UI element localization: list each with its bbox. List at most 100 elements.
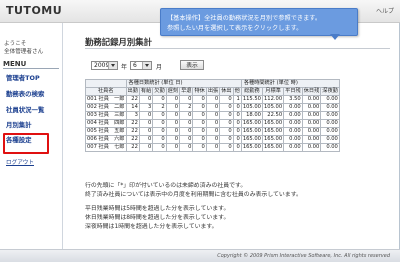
- table-cell: 165.00: [240, 119, 263, 128]
- employee-name-cell[interactable]: 001 社員 一郎: [85, 95, 127, 104]
- col-header: 休日残: [301, 87, 322, 96]
- table-row: 002 社員 二郎 14 3 2 0 2 0 0 0 0 105.00 105.00 0.00 0.00 0…: [85, 103, 340, 112]
- day-stats-group: 各種日数統計 (単位 日): [125, 79, 242, 88]
- table-cell: 0.00: [320, 143, 340, 152]
- col-header: 欠勤: [152, 87, 167, 96]
- table-cell: 0: [205, 95, 221, 104]
- table-cell: 0: [232, 103, 242, 112]
- welcome-text: ようこそ: [4, 41, 27, 47]
- table-cell: 0.00: [320, 103, 340, 112]
- col-header: 月標準: [261, 87, 285, 96]
- col-header: 他: [232, 87, 242, 96]
- sidebar-item-settings[interactable]: 各種設定: [6, 135, 32, 144]
- table-row: 003 社員 三郎 3 0 0 0 0 0 0 0 0 18.00 22.50 0.00 0.00 0.00: [85, 111, 340, 120]
- table-cell: 0: [205, 135, 221, 144]
- col-header: 特休: [192, 87, 207, 96]
- table-cell: 0: [165, 143, 181, 152]
- col-header: 早退: [179, 87, 194, 96]
- table-cell: 0: [179, 119, 194, 128]
- table-cell: 0: [192, 103, 207, 112]
- employee-name-cell[interactable]: 004 社員 四郎: [85, 119, 127, 128]
- table-cell: 0.00: [320, 127, 340, 136]
- table-cell: 0: [152, 143, 167, 152]
- col-header: 休出: [219, 87, 234, 96]
- table-cell: 0: [232, 119, 242, 128]
- month-select[interactable]: 6: [130, 61, 152, 70]
- table-cell: 0: [152, 95, 167, 104]
- table-cell: 0: [205, 111, 221, 120]
- table-cell: 0: [179, 95, 194, 104]
- table-cell: 0: [192, 95, 207, 104]
- table-cell: 165.00: [261, 119, 285, 128]
- show-button[interactable]: 表示: [180, 60, 204, 70]
- sidebar-item-monthly-summary[interactable]: 月別集計: [6, 120, 32, 129]
- table-cell: 0: [179, 143, 194, 152]
- table-cell: 0: [205, 127, 221, 136]
- logout-link[interactable]: ログアウト: [6, 158, 34, 166]
- table-cell: 0.00: [301, 143, 322, 152]
- table-cell: 22: [125, 119, 140, 128]
- table-cell: 165.00: [240, 135, 263, 144]
- table-cell: 0: [138, 135, 154, 144]
- table-cell: 22.50: [261, 111, 285, 120]
- table-cell: 0: [152, 119, 167, 128]
- table-cell: 0: [219, 135, 234, 144]
- help-link[interactable]: ヘルプ: [376, 6, 394, 15]
- table-cell: 165.00: [240, 143, 263, 152]
- table-cell: 0.00: [283, 111, 303, 120]
- sidebar-item-staff-status[interactable]: 社員状況一覧: [6, 105, 44, 114]
- table-cell: 0.00: [320, 95, 340, 104]
- sidebar-item-admin-top[interactable]: 管理者TOP: [6, 73, 40, 82]
- page-title: 勤務記録月別集計: [85, 37, 152, 47]
- employee-name-cell[interactable]: 006 社員 六郎: [85, 135, 127, 144]
- table-cell: 0.00: [283, 119, 303, 128]
- table-cell: 0.00: [283, 103, 303, 112]
- table-cell: 0: [179, 111, 194, 120]
- employee-name-cell[interactable]: 003 社員 三郎: [85, 111, 127, 120]
- table-cell: 0.00: [301, 95, 322, 104]
- employee-name-cell[interactable]: 002 社員 二郎: [85, 103, 127, 112]
- table-cell: 2: [152, 103, 167, 112]
- employee-name-cell[interactable]: 005 社員 五郎: [85, 127, 127, 136]
- table-cell: 18.00: [240, 111, 263, 120]
- table-cell: 0: [232, 135, 242, 144]
- note-line-3: 平日残業時間は5時間を超過した分を表示しています。: [85, 206, 230, 212]
- col-header: 出張: [205, 87, 221, 96]
- table-cell: 105.00: [240, 103, 263, 112]
- table-header-blank: [85, 79, 127, 88]
- table-cell: 0: [138, 143, 154, 152]
- table-cell: 0: [165, 135, 181, 144]
- note-line-1: 行の先頭に「*」印が付いているのは未締め済みの社員です。: [85, 183, 247, 189]
- table-cell: 0: [165, 103, 181, 112]
- table-cell: 0: [165, 119, 181, 128]
- col-header: 深夜勤: [320, 87, 340, 96]
- table-cell: 0: [165, 95, 181, 104]
- table-header-row: 社員名 出勤 有給 欠勤 遅刻 早退 特休 出張 休出 他 総勤務 月標準 平日…: [85, 87, 340, 96]
- table-cell: 0: [219, 119, 234, 128]
- table-cell: 112.00: [261, 95, 285, 104]
- chevron-down-icon: [142, 62, 151, 69]
- table-cell: 0: [205, 119, 221, 128]
- table-cell: 0: [138, 95, 154, 104]
- table-cell: 0: [192, 111, 207, 120]
- table-cell: 165.00: [261, 143, 285, 152]
- table-cell: 22: [125, 135, 140, 144]
- col-header: 出勤: [125, 87, 140, 96]
- sidebar-item-timesheet-search[interactable]: 勤務表の検索: [6, 89, 44, 98]
- table-cell: 165.00: [261, 135, 285, 144]
- employee-name-cell[interactable]: 007 社員 七郎: [85, 143, 127, 152]
- year-unit: 年: [121, 64, 128, 71]
- year-select[interactable]: 2009: [91, 61, 118, 70]
- table-cell: 0: [219, 127, 234, 136]
- table-cell: 14: [125, 103, 140, 112]
- col-header: 有給: [138, 87, 154, 96]
- table-cell: 0.00: [301, 111, 322, 120]
- table-cell: 0: [192, 143, 207, 152]
- sidebar: ようこそ 全体管理者さん MENU 管理者TOP 勤務表の検索 社員状況一覧 月…: [0, 23, 63, 249]
- table-row: 005 社員 五郎 22 0 0 0 0 0 0 0 0 165.00 165.00 0.00 0.00 0…: [85, 127, 340, 136]
- tooltip-line-2: 参照したい月を選択して表示をクリックします。: [167, 25, 303, 32]
- table-cell: 0: [219, 111, 234, 120]
- table-cell: 0: [205, 143, 221, 152]
- table-cell: 0: [219, 103, 234, 112]
- table-cell: 0: [219, 143, 234, 152]
